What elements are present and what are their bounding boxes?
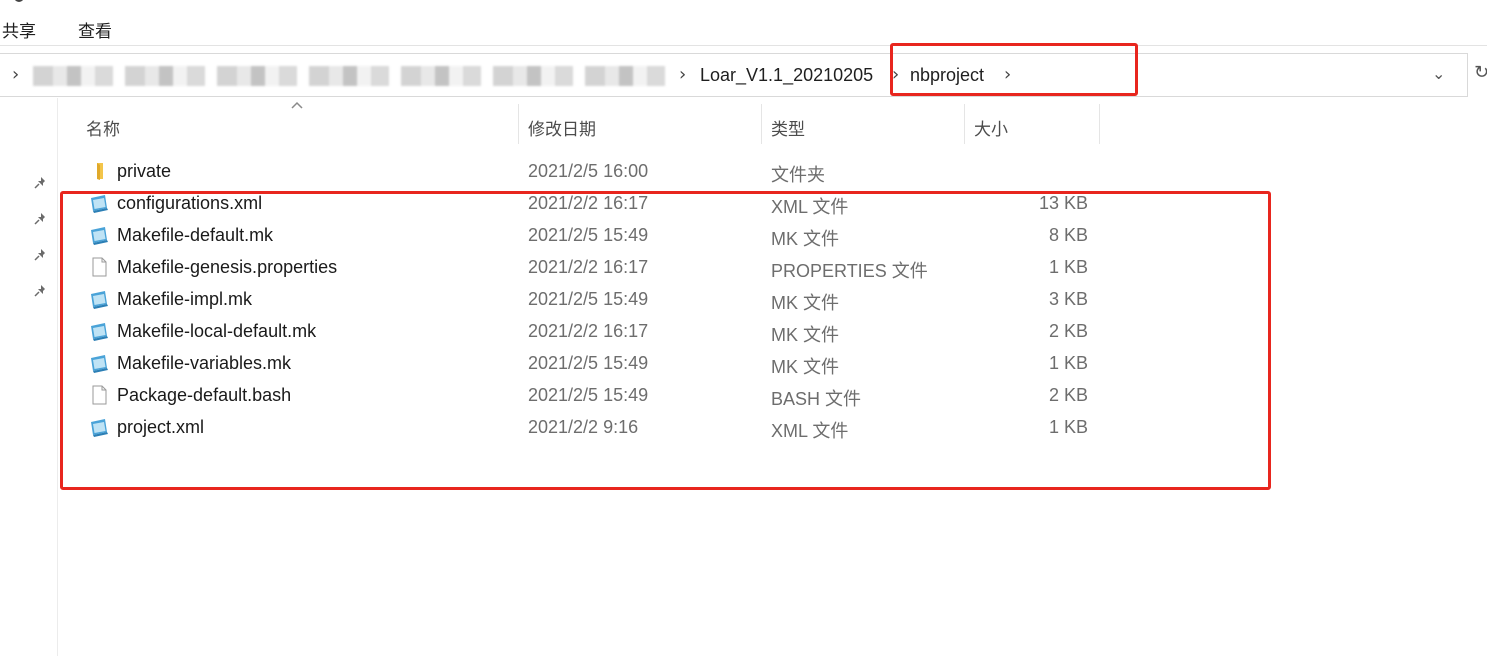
- chevron-right-icon[interactable]: ›: [12, 64, 19, 85]
- column-header-name[interactable]: 名称: [86, 115, 120, 140]
- file-row[interactable]: configurations.xml 2021/2/2 16:17 XML 文件 13…: [80, 187, 1100, 219]
- file-type: PROPERTIES 文件: [771, 261, 928, 281]
- file-name: Makefile-default.mk: [117, 225, 274, 245]
- file-name: Package-default.bash: [117, 385, 292, 405]
- address-bar[interactable]: › › Loar_V1.1_20210205 › nbproject › ⌄: [0, 53, 1468, 97]
- pin-icon[interactable]: [34, 212, 48, 226]
- file-size: 3 KB: [1048, 289, 1088, 309]
- file-name: private: [117, 161, 172, 181]
- tab-share[interactable]: 共享: [2, 17, 36, 42]
- xml-file-icon: [88, 192, 110, 214]
- file-name: Makefile-impl.mk: [117, 289, 253, 309]
- file-size: 1 KB: [1048, 353, 1088, 373]
- mk-file-icon: [88, 320, 110, 342]
- file-type: XML 文件: [771, 197, 849, 217]
- column-separator[interactable]: [964, 104, 965, 144]
- file-type: 文件夹: [771, 165, 825, 185]
- chevron-right-icon[interactable]: ›: [679, 64, 686, 85]
- file-type: XML 文件: [771, 421, 849, 441]
- file-name: Makefile-local-default.mk: [117, 321, 317, 341]
- file-row[interactable]: Makefile-genesis.properties 2021/2/2 16:1…: [80, 251, 1100, 283]
- pin-icon[interactable]: [34, 176, 48, 190]
- file-modified-date: 2021/2/5 15:49: [528, 225, 649, 245]
- file-row[interactable]: private 2021/2/5 16:00 文件夹: [80, 155, 1100, 187]
- redacted-path: [33, 66, 665, 86]
- ribbon: 共享 查看: [0, 0, 1487, 46]
- column-header-date[interactable]: 修改日期: [528, 115, 596, 140]
- file-name: configurations.xml: [117, 193, 263, 213]
- file-size: 2 KB: [1048, 385, 1088, 405]
- column-header-type[interactable]: 类型: [771, 115, 805, 140]
- file-size: 8 KB: [1048, 225, 1088, 245]
- history-dropdown-icon[interactable]: ⌄: [1432, 64, 1445, 83]
- pin-icon[interactable]: [34, 248, 48, 262]
- column-separator[interactable]: [518, 104, 519, 144]
- file-modified-date: 2021/2/5 15:49: [528, 353, 649, 373]
- xml-file-icon: [88, 416, 110, 438]
- refresh-icon[interactable]: ↻: [1474, 62, 1487, 83]
- breadcrumb-loar[interactable]: Loar_V1.1_20210205: [700, 65, 873, 86]
- blank-file-icon: [88, 256, 110, 278]
- blank-file-icon: [88, 384, 110, 406]
- folder-icon: [88, 160, 110, 182]
- column-header-size[interactable]: 大小: [974, 115, 1008, 140]
- column-separator[interactable]: [1099, 104, 1100, 144]
- file-modified-date: 2021/2/5 15:49: [528, 385, 649, 405]
- file-modified-date: 2021/2/2 16:17: [528, 193, 649, 213]
- file-size: 2 KB: [1048, 321, 1088, 341]
- file-modified-date: 2021/2/2 9:16: [528, 417, 639, 437]
- mk-file-icon: [88, 288, 110, 310]
- file-name: project.xml: [117, 417, 205, 437]
- column-separator[interactable]: [761, 104, 762, 144]
- file-row[interactable]: Makefile-default.mk 2021/2/5 15:49 MK 文件 8 …: [80, 219, 1100, 251]
- pin-icon[interactable]: [34, 284, 48, 298]
- navigation-pane[interactable]: [0, 98, 58, 656]
- sort-ascending-icon: [291, 101, 303, 109]
- file-type: MK 文件: [771, 293, 840, 313]
- file-size: 1 KB: [1048, 417, 1088, 437]
- file-type: MK 文件: [771, 325, 840, 345]
- mk-file-icon: [88, 352, 110, 374]
- file-size: 1 KB: [1048, 257, 1088, 277]
- file-type: BASH 文件: [771, 389, 862, 409]
- file-row[interactable]: Makefile-variables.mk 2021/2/5 15:49 MK 文件…: [80, 347, 1100, 379]
- file-modified-date: 2021/2/2 16:17: [528, 321, 649, 341]
- file-row[interactable]: Package-default.bash 2021/2/5 15:49 BASH 文…: [80, 379, 1100, 411]
- file-type: MK 文件: [771, 229, 840, 249]
- file-modified-date: 2021/2/5 16:00: [528, 161, 649, 181]
- file-name: Makefile-variables.mk: [117, 353, 292, 373]
- file-row[interactable]: Makefile-local-default.mk 2021/2/2 16:17 M…: [80, 315, 1100, 347]
- file-row[interactable]: Makefile-impl.mk 2021/2/5 15:49 MK 文件 3 KB: [80, 283, 1100, 315]
- file-modified-date: 2021/2/5 15:49: [528, 289, 649, 309]
- highlight-box-breadcrumb: [890, 43, 1138, 96]
- file-row[interactable]: project.xml 2021/2/2 9:16 XML 文件 1 KB: [80, 411, 1100, 443]
- file-type: MK 文件: [771, 357, 840, 377]
- file-name: Makefile-genesis.properties: [117, 257, 338, 277]
- tab-view[interactable]: 查看: [78, 17, 112, 42]
- file-modified-date: 2021/2/2 16:17: [528, 257, 649, 277]
- mk-file-icon: [88, 224, 110, 246]
- file-size: 13 KB: [1038, 193, 1088, 213]
- ribbon-overflow-dot: [14, 0, 24, 2]
